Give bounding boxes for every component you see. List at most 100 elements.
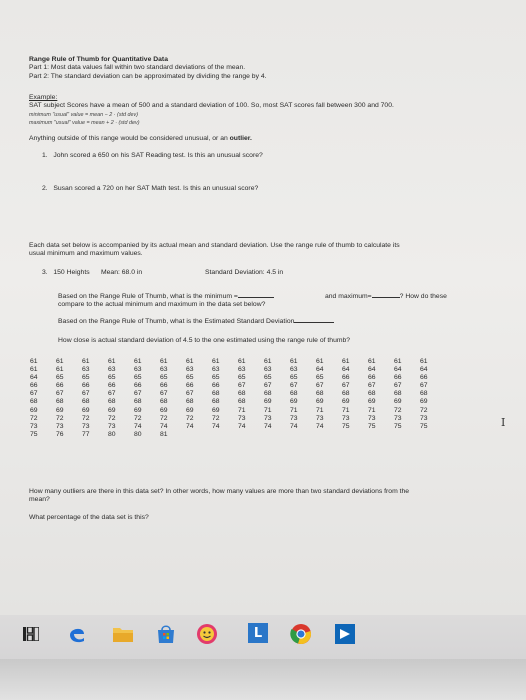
table-cell: 67: [368, 382, 376, 390]
table-cell: 74: [264, 422, 272, 430]
table-cell: 63: [212, 366, 220, 374]
chrome-icon[interactable]: [290, 623, 312, 645]
table-cell: 66: [342, 374, 350, 382]
table-cell: 64: [368, 366, 376, 374]
table-row: 61 61 63 63 63 63 63 63 63 63 63 64 64 64 64 64: [30, 366, 446, 374]
table-row: 75 76 77 80 80 81: [30, 431, 446, 439]
table-cell: 69: [186, 406, 194, 414]
table-cell: 68: [238, 390, 246, 398]
table-cell: 61: [290, 358, 298, 365]
table-cell: 74: [134, 422, 142, 430]
table-cell: 64: [30, 374, 38, 382]
table-cell: 68: [56, 398, 64, 406]
max-answer-blank[interactable]: [371, 297, 400, 298]
table-cell: 68: [30, 398, 38, 406]
task-view-icon[interactable]: [20, 623, 42, 645]
table-cell: 67: [342, 382, 350, 390]
table-row: 69 69 69 69 69 69 69 69 71 71 71 71 71 71 72 72: [30, 407, 446, 415]
table-cell: 69: [264, 398, 272, 406]
table-cell: 65: [82, 374, 90, 382]
table-cell: 63: [264, 366, 272, 374]
table-cell: 73: [264, 414, 272, 422]
table-cell: 72: [82, 414, 90, 422]
document-page: Range Rule of Thumb for Quantitative Dat…: [20, 50, 510, 610]
question-1: 1. John scored a 650 on his SAT Reading …: [42, 152, 263, 160]
table-cell: 73: [238, 414, 246, 422]
table-row: 67 67 67 67 67 67 67 68 68 68 68 68 68 68 68 68: [30, 390, 446, 398]
flag-app-icon[interactable]: [334, 623, 356, 645]
table-cell: 73: [108, 422, 116, 430]
table-cell: 67: [30, 390, 38, 398]
table-cell: 65: [108, 374, 116, 382]
table-cell: 75: [368, 422, 376, 430]
table-cell: 64: [394, 366, 402, 374]
table-cell: 73: [342, 414, 350, 422]
launcher-icon[interactable]: L: [248, 623, 268, 643]
table-cell: 72: [108, 414, 116, 422]
table-cell: 75: [342, 422, 350, 430]
taskbar: L: [0, 615, 526, 659]
table-cell: 63: [82, 366, 90, 374]
store-icon[interactable]: [155, 623, 177, 645]
table-cell: 69: [290, 398, 298, 406]
table-cell: 61: [212, 358, 220, 365]
table-cell: 69: [212, 406, 220, 414]
table-cell: 72: [186, 414, 194, 422]
question-2: 2. Susan scored a 720 on her SAT Math te…: [42, 185, 258, 193]
table-cell: 77: [82, 430, 90, 438]
table-cell: 72: [394, 406, 402, 414]
min-answer-blank[interactable]: [237, 297, 274, 298]
table-cell: 61: [108, 358, 116, 365]
table-cell: 66: [82, 382, 90, 390]
table-cell: 71: [316, 406, 324, 414]
table-cell: 61: [264, 358, 272, 365]
q3-mean: Mean: 68.0 in: [100, 269, 143, 276]
table-cell: 65: [134, 374, 142, 382]
table-cell: 69: [56, 406, 64, 414]
q3a-text: Based on the Range Rule of Thumb, what i…: [58, 293, 238, 300]
table-cell: 76: [56, 430, 64, 438]
percentage-question: What percentage of the data set is this?: [29, 514, 149, 521]
table-cell: 68: [394, 390, 402, 398]
heights-data-table: 61 61 61 61 61 61 61 61 61 61 61 61 61 61 61 61 61 61 63 63…: [30, 358, 446, 439]
table-cell: 63: [238, 366, 246, 374]
table-cell: 72: [56, 414, 64, 422]
part1-text: Part 1: Most data values fall within two…: [29, 64, 246, 71]
edge-icon[interactable]: [66, 623, 88, 645]
table-cell: 68: [264, 390, 272, 398]
file-explorer-icon[interactable]: [112, 623, 134, 645]
table-cell: 73: [56, 422, 64, 430]
table-cell: 67: [186, 390, 194, 398]
table-cell: 63: [186, 366, 194, 374]
table-row: 66 66 66 66 66 66 66 66 67 67 67 67 67 67 67 67: [30, 382, 446, 390]
table-cell: 67: [56, 390, 64, 398]
table-cell: 64: [342, 366, 350, 374]
table-cell: 71: [368, 406, 376, 414]
table-cell: 69: [394, 398, 402, 406]
instructions-line2: usual minimum and maximum values.: [29, 250, 143, 257]
table-cell: 72: [212, 414, 220, 422]
table-cell: 61: [342, 358, 350, 365]
table-cell: 65: [160, 374, 168, 382]
table-cell: 69: [342, 398, 350, 406]
table-cell: 69: [316, 398, 324, 406]
table-cell: 69: [420, 398, 428, 406]
table-cell: 66: [160, 382, 168, 390]
table-cell: 66: [134, 382, 142, 390]
table-cell: 74: [238, 422, 246, 430]
q3-sd: Standard Deviation: 4.5 in: [205, 269, 284, 276]
table-cell: 68: [212, 398, 220, 406]
q3-number: 3.: [42, 269, 48, 276]
table-cell: 68: [82, 398, 90, 406]
table-cell: 69: [30, 406, 38, 414]
screen: Range Rule of Thumb for Quantitative Dat…: [0, 0, 526, 615]
table-cell: 69: [160, 406, 168, 414]
table-row: 73 73 73 73 74 74 74 74 74 74 74 74 75 75 75 75: [30, 423, 446, 431]
q3a-max-label: and maximum=: [325, 293, 372, 300]
table-cell: 61: [134, 358, 142, 365]
sd-answer-blank[interactable]: [294, 322, 335, 323]
table-row: 61 61 61 61 61 61 61 61 61 61 61 61 61 61 61 61: [30, 358, 446, 366]
table-cell: 73: [316, 414, 324, 422]
emoji-app-icon[interactable]: [196, 623, 218, 645]
table-cell: 67: [108, 390, 116, 398]
